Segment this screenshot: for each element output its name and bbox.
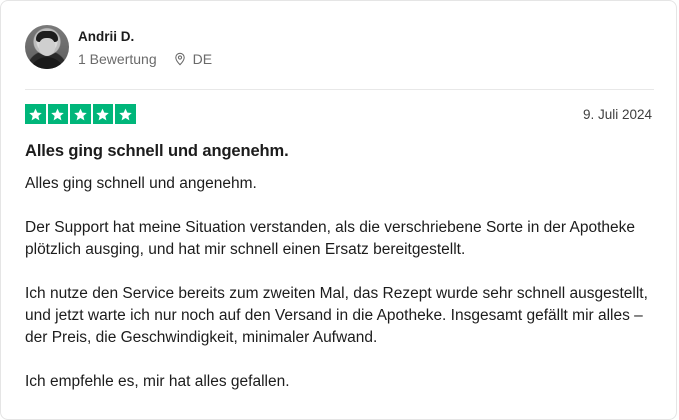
review-title[interactable]: Alles ging schnell und angenehm. [25, 142, 289, 161]
star-icon [47, 104, 68, 124]
review-paragraph: Alles ging schnell und angenehm. [25, 175, 257, 192]
review-paragraph: Ich nutze den Service bereits zum zweite… [25, 285, 648, 346]
location-code: DE [192, 51, 213, 67]
review-paragraph: Der Support hat meine Situation verstand… [25, 219, 636, 258]
review-body: Alles ging schnell und angenehm. Der Sup… [25, 173, 655, 415]
review-header: Andrii D. 1 Bewertung DE [25, 25, 212, 69]
review-card: Andrii D. 1 Bewertung DE 9. Juli 2024 Al… [0, 0, 677, 420]
avatar-body [29, 57, 65, 69]
star-rating [25, 104, 136, 124]
author-submeta: 1 Bewertung DE [78, 51, 212, 67]
author-location: DE [173, 51, 212, 67]
divider [25, 89, 654, 90]
avatar[interactable] [25, 25, 69, 69]
review-count: 1 Bewertung [78, 51, 157, 67]
review-paragraph: Ich empfehle es, mir hat alles gefallen. [25, 373, 290, 390]
avatar-face [39, 38, 55, 56]
star-icon [25, 104, 46, 124]
review-date: 9. Juli 2024 [582, 107, 652, 122]
author-name[interactable]: Andrii D. [78, 29, 212, 45]
map-pin-icon [174, 52, 185, 66]
star-icon [115, 104, 136, 124]
star-icon [70, 104, 91, 124]
author-meta: Andrii D. 1 Bewertung DE [78, 25, 212, 67]
star-icon [92, 104, 113, 124]
